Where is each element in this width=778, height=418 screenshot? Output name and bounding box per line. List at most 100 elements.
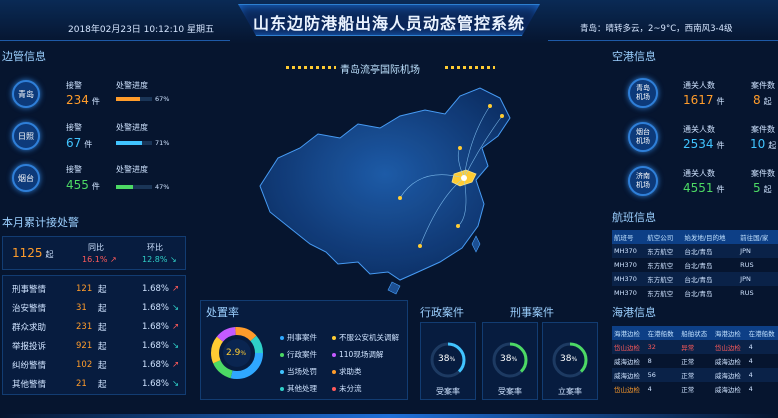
admin-gauge-value: 38% (438, 354, 456, 364)
map-center-point[interactable] (461, 175, 467, 181)
table-row[interactable]: MH370 东方航空 台北/青岛 JPN (612, 272, 778, 286)
people-label: 通关人数 (683, 125, 715, 134)
header-divider-left (0, 40, 230, 41)
footer-glow (0, 414, 778, 418)
table-row[interactable]: 威海边检56正常威海边检4正 (612, 368, 778, 382)
disposal-title: 处置率 (206, 306, 239, 319)
weather-info: 青岛：晴转多云，2~9°C，西南风3-4级 (580, 24, 733, 34)
case-count: 8起 (753, 93, 772, 107)
list-item[interactable]: 其他警情 21 起 1.68% ↘ (12, 374, 184, 393)
airport-jinan-badge[interactable]: 济南机场 (628, 166, 658, 196)
legend-item: 行政案件 (280, 349, 332, 360)
arrow-up-icon: ↗ (172, 321, 180, 332)
legend-item: 未分流 (332, 383, 402, 394)
alert-label: 接警 (66, 81, 82, 90)
map-point[interactable] (488, 104, 492, 108)
legend-item: 刑事案件 (280, 332, 332, 343)
table-row[interactable]: MH370 东方航空 台北/青岛 RUS (612, 258, 778, 272)
progress-bar (116, 185, 152, 189)
border-yantai-badge[interactable]: 烟台 (12, 164, 40, 192)
progress-pct: 71% (155, 139, 170, 147)
map-point[interactable] (500, 114, 504, 118)
admin-gauge-label: 受案率 (436, 387, 460, 396)
disposal-legend: 刑事案件 不服公安机关调解 行政案件 110现场调解 当场处罚 求助类 其他处理… (280, 332, 404, 394)
flight-table-wrap: 航班号 航空公司 始发地/目的地 前往国/家 MH370 东方航空 台北/青岛 JPN… (612, 230, 778, 300)
criminal-gauge-2-value: 38% (560, 354, 578, 364)
people-label: 通关人数 (683, 169, 715, 178)
admin-cases-title: 行政案件 (420, 306, 464, 319)
seaport-table-wrap: 海港边检在港船数船舶状态 海港边检在港船数船 岱山边检32异常岱山边检4正 威海… (612, 326, 778, 396)
table-row[interactable]: 岱山边检4正常威海边检4正 (612, 382, 778, 396)
list-item[interactable]: 举报投诉 921 起 1.68% ↘ (12, 336, 184, 355)
monthly-total: 1125 起 (12, 246, 54, 260)
legend-dot-icon (280, 387, 284, 391)
page-title: 山东边防港船出海人员动态管控系统 (252, 14, 525, 33)
case-count: 5起 (753, 181, 772, 195)
border-qingdao-badge[interactable]: 青岛 (12, 80, 40, 108)
progress-pct: 47% (155, 183, 170, 191)
border-info-title: 边管信息 (2, 50, 46, 63)
seaport-table: 海港边检在港船数船舶状态 海港边检在港船数船 岱山边检32异常岱山边检4正 威海… (612, 326, 778, 396)
map-title-deco-left (286, 66, 336, 69)
list-item[interactable]: 刑事警情 121 起 1.68% ↗ (12, 279, 184, 298)
legend-item: 不服公安机关调解 (332, 332, 402, 343)
map-point[interactable] (456, 224, 460, 228)
table-row[interactable]: MH370 东方航空 台北/青岛 RUS (612, 286, 778, 300)
legend-item: 其他处理 (280, 383, 332, 394)
alert-count: 234 件 (66, 93, 100, 107)
progress-label: 处警进度 (116, 165, 148, 174)
flight-table: 航班号 航空公司 始发地/目的地 前往国/家 MH370 东方航空 台北/青岛 JPN… (612, 230, 778, 300)
arrow-up-icon: ↗ (172, 283, 180, 294)
map-point[interactable] (418, 244, 422, 248)
people-count: 1617 件 (683, 93, 725, 107)
table-row[interactable]: 威海边检8正常威海边检4正 (612, 354, 778, 368)
table-row[interactable]: 岱山边检32异常岱山边检4正 (612, 340, 778, 354)
legend-dot-icon (332, 387, 336, 391)
airport-info-title: 空港信息 (612, 50, 656, 63)
table-header-row: 航班号 航空公司 始发地/目的地 前往国/家 (612, 230, 778, 244)
map-point[interactable] (458, 146, 462, 150)
progress-bar (116, 97, 152, 101)
datetime: 2018年02月23日 10:12:10 星期五 (68, 25, 214, 35)
people-count: 4551 件 (683, 181, 725, 195)
progress-pct: 67% (155, 95, 170, 103)
map-title: 青岛流亭国际机场 (340, 65, 420, 76)
case-label: 案件数 (751, 169, 775, 178)
criminal-gauge-1-value: 38% (500, 354, 518, 364)
arrow-up-icon: ↗ (109, 255, 117, 264)
alert-count: 455 件 (66, 178, 100, 192)
legend-dot-icon (280, 336, 284, 340)
disposal-center-value: 2.9% (226, 348, 247, 358)
legend-item: 110现场调解 (332, 349, 402, 360)
yoy-label: 同比 (88, 243, 104, 252)
criminal-gauge-1-label: 受案率 (498, 387, 522, 396)
mom-label: 环比 (147, 243, 163, 252)
arrow-down-icon: ↘ (172, 302, 180, 313)
seaport-info-title: 海港信息 (612, 306, 656, 319)
progress-fill (116, 185, 133, 189)
airport-yantai-badge[interactable]: 烟台机场 (628, 122, 658, 152)
case-label: 案件数 (751, 81, 775, 90)
map-point[interactable] (398, 196, 402, 200)
arrow-up-icon: ↗ (172, 359, 180, 370)
china-map[interactable] (240, 76, 550, 298)
arrow-down-icon: ↘ (169, 255, 177, 264)
list-item[interactable]: 治安警情 31 起 1.68% ↘ (12, 298, 184, 317)
progress-label: 处警进度 (116, 81, 148, 90)
case-label: 案件数 (751, 125, 775, 134)
list-item[interactable]: 群众求助 231 起 1.68% ↗ (12, 317, 184, 336)
arrow-down-icon: ↘ (172, 378, 180, 389)
alert-label: 接警 (66, 165, 82, 174)
table-row[interactable]: MH370 东方航空 台北/青岛 JPN (612, 244, 778, 258)
map-title-deco-right (445, 66, 495, 69)
progress-fill (116, 141, 142, 145)
progress-bar (116, 141, 152, 145)
table-header-row: 海港边检在港船数船舶状态 海港边检在港船数船 (612, 326, 778, 340)
legend-dot-icon (332, 370, 336, 374)
yoy-value: 16.1% ↗ (82, 255, 117, 264)
legend-item: 求助类 (332, 366, 402, 377)
airport-qingdao-badge[interactable]: 青岛机场 (628, 78, 658, 108)
list-item[interactable]: 纠纷警情 102 起 1.68% ↗ (12, 355, 184, 374)
border-rizhao-badge[interactable]: 日照 (12, 122, 40, 150)
arrow-down-icon: ↘ (172, 340, 180, 351)
